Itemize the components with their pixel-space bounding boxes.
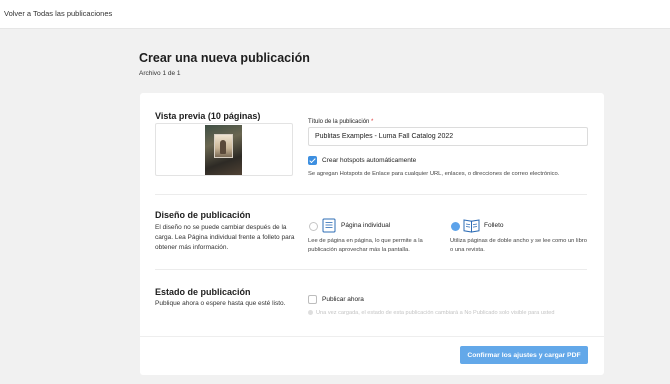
cover-thumbnail [205, 125, 242, 175]
section-divider [155, 194, 587, 195]
hotspots-checkbox[interactable] [308, 156, 317, 165]
section-divider [155, 269, 587, 270]
hotspots-label: Crear hotspots automáticamente [322, 157, 417, 164]
disabled-radio-icon [308, 310, 313, 316]
layout-title: Diseño de publicación [155, 210, 251, 220]
booklet-hint: Utiliza páginas de doble ancho y se lee … [450, 238, 587, 253]
booklet-label: Folleto [484, 222, 504, 229]
booklet-icon [463, 219, 480, 233]
layout-description: El diseño no se puede cambiar después de… [155, 224, 295, 251]
required-mark: * [371, 119, 374, 125]
page-title: Crear una nueva publicación [139, 51, 310, 65]
preview-title: Vista previa (10 páginas) [155, 111, 261, 121]
single-page-radio[interactable] [309, 222, 318, 231]
publish-status-note: Una vez cargada, el estado de esta publi… [308, 310, 555, 316]
title-input[interactable] [308, 127, 588, 146]
single-page-icon [322, 218, 336, 233]
booklet-radio[interactable] [451, 222, 460, 231]
file-count: Archivo 1 de 1 [139, 70, 181, 77]
status-description: Publique ahora o espere hasta que esté l… [155, 300, 286, 307]
footer-divider [140, 336, 604, 337]
back-to-publications-link[interactable]: Volver a Todas las publicaciones [4, 9, 112, 18]
status-title: Estado de publicación [155, 287, 251, 297]
title-field-label: Título de la publicación * [308, 119, 374, 125]
cover-figure [220, 140, 226, 154]
confirm-upload-button[interactable]: Confirmar los ajustes y cargar PDF [460, 346, 588, 364]
single-page-hint: Lee de página en página, lo que permite … [308, 238, 423, 253]
publish-now-label: Publicar ahora [322, 296, 364, 303]
publish-now-checkbox[interactable] [308, 295, 317, 304]
hotspots-hint: Se agregan Hotspots de Enlace para cualq… [308, 171, 560, 177]
top-bar: Volver a Todas las publicaciones [0, 0, 670, 29]
single-page-label: Página individual [341, 222, 391, 229]
